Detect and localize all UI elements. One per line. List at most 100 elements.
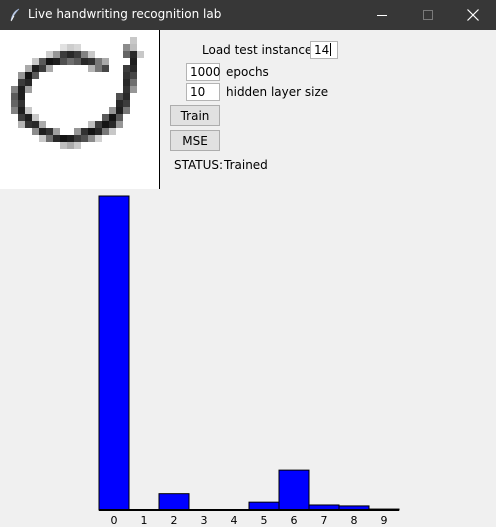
digit-pixel [25,114,32,121]
close-button[interactable] [450,0,496,30]
digit-pixel [67,44,74,51]
digit-pixel [74,51,81,58]
digit-pixel [32,58,39,65]
tick-label-9: 9 [381,514,388,527]
digit-pixel [18,100,25,107]
drawing-canvas[interactable] [0,30,159,189]
epochs-input[interactable]: 1000 [186,63,221,81]
digit-pixel [67,51,74,58]
maximize-icon [423,10,433,20]
digit-pixel [32,65,39,72]
hidden-layer-input[interactable]: 10 [186,83,220,101]
tick-label-0: 0 [111,514,118,527]
tick-label-2: 2 [171,514,178,527]
digit-pixel [67,135,74,142]
digit-pixel [18,86,25,93]
digit-pixel [130,37,137,44]
digit-pixel [116,93,123,100]
digit-pixel [88,135,95,142]
digit-pixel [53,51,60,58]
digit-pixel [109,128,116,135]
bar-digit-0 [98,195,130,511]
digit-pixel [60,135,67,142]
digit-pixel [130,58,137,65]
output-bar-chart: 0 1 2 3 4 5 6 7 8 9 [98,195,400,527]
digit-pixel [74,142,81,149]
digit-pixel [123,100,130,107]
digit-pixel [123,86,130,93]
digit-pixel [53,128,60,135]
digit-pixel [81,51,88,58]
digit-pixel [88,58,95,65]
digit-pixel [11,86,18,93]
title-bar: Live handwriting recognition lab [0,0,496,30]
digit-pixel [11,107,18,114]
digit-pixel [130,51,137,58]
status-label: STATUS: [174,158,224,172]
epochs-label: epochs [226,65,269,79]
digit-pixel [18,79,25,86]
digit-pixel [74,128,81,135]
digit-pixel [18,107,25,114]
digit-pixel [95,121,102,128]
digit-pixel [102,65,109,72]
digit-pixel [116,114,123,121]
digit-pixel [81,58,88,65]
minimize-button[interactable] [359,0,405,30]
status-value: Trained [224,158,268,172]
maximize-button[interactable] [405,0,451,30]
digit-pixel [88,65,95,72]
digit-pixel [123,72,130,79]
digit-pixel [18,114,25,121]
bar-digit-5 [248,501,280,511]
digit-pixel [25,65,32,72]
digit-pixel [74,58,81,65]
tick-label-3: 3 [201,514,208,527]
digit-pixel [39,135,46,142]
digit-pixel [60,51,67,58]
digit-pixel [130,44,137,51]
digit-pixel [81,135,88,142]
digit-pixel [123,44,130,51]
mse-button[interactable]: MSE [170,130,220,151]
digit-pixel [67,58,74,65]
digit-pixel [32,121,39,128]
digit-pixel [46,51,53,58]
bar-digit-2 [158,493,190,511]
digit-pixel [67,142,74,149]
digit-pixel [18,93,25,100]
digit-pixel [11,100,18,107]
tick-label-4: 4 [231,514,238,527]
feather-icon [10,8,20,22]
tick-label-5: 5 [261,514,268,527]
digit-pixel [25,72,32,79]
digit-pixel [39,65,46,72]
load-instance-input[interactable]: 14 [310,41,338,59]
digit-pixel [18,72,25,79]
digit-pixel [81,128,88,135]
digit-pixel [39,121,46,128]
digit-pixel [88,51,95,58]
digit-pixel [53,58,60,65]
hidden-layer-label: hidden layer size [226,85,329,99]
digit-pixel [25,79,32,86]
close-icon [467,9,479,21]
digit-pixel [74,44,81,51]
digit-pixel [137,51,144,58]
digit-pixel [102,114,109,121]
digit-pixel [46,65,53,72]
digit-pixel [95,135,102,142]
digit-pixel [123,79,130,86]
tick-label-8: 8 [351,514,358,527]
digit-pixel [116,121,123,128]
digit-pixel [123,65,130,72]
digit-pixel [95,58,102,65]
digit-pixel [116,100,123,107]
digit-pixel [88,121,95,128]
digit-pixel [25,121,32,128]
train-button[interactable]: Train [170,105,220,126]
digit-pixel [11,93,18,100]
tick-label-6: 6 [291,514,298,527]
digit-pixel [32,72,39,79]
window-title: Live handwriting recognition lab [28,7,222,21]
